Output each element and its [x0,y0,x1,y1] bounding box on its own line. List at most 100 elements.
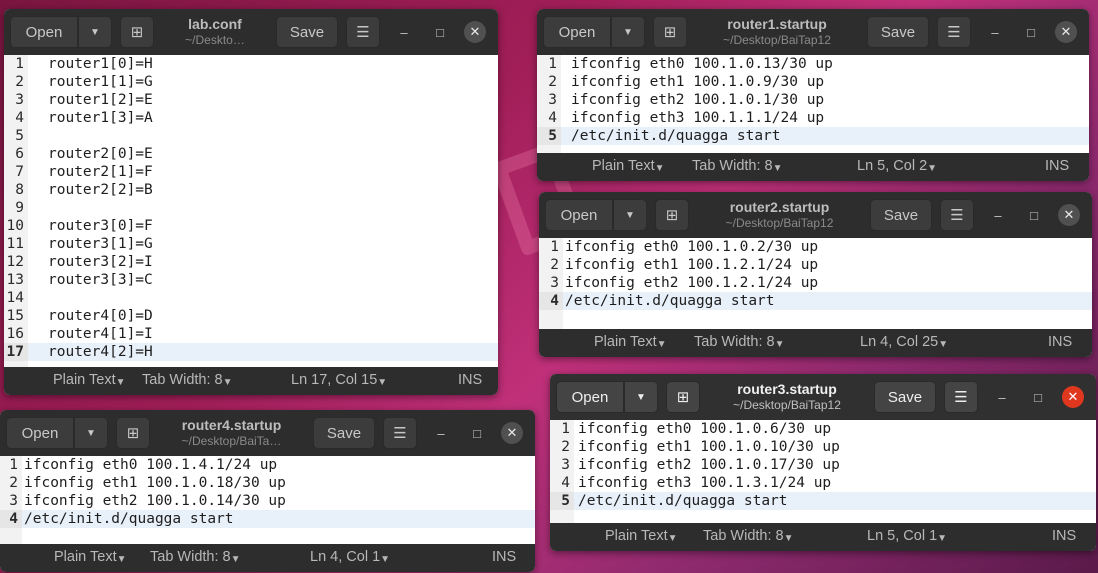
open-menu-button[interactable]: ▼ [624,381,658,413]
maximize-button[interactable]: □ [459,426,495,441]
code-line: 8 router2[2]=B [4,181,498,199]
cursor-position[interactable]: Ln 4, Col 25 ▼ [860,334,948,350]
text-editor[interactable]: 1 ifconfig eth0 100.1.0.13/30 up 2 ifconfig… [537,55,1089,153]
code-line: 4 router1[3]=A [4,109,498,127]
insert-mode: INS [1045,158,1070,174]
text-editor[interactable]: 1 router1[0]=H 2 router1[1]=G 3 router1[2]=E 4… [4,55,498,367]
line-text: router3[3]=C [48,272,153,288]
open-menu-button[interactable]: ▼ [74,417,108,449]
open-menu-button[interactable]: ▼ [78,16,112,48]
chevron-down-icon: ▼ [938,339,949,350]
line-text: ifconfig eth1 100.1.0.9/30 up [571,74,825,90]
chevron-down-icon: ▼ [625,209,635,221]
code-line: 2 router1[1]=G [4,73,498,91]
chevron-down-icon: ▼ [937,533,948,544]
tab-width-selector[interactable]: Tab Width: 8 ▼ [142,372,233,388]
status-bar: Plain Text ▼ Tab Width: 8 ▼ Ln 4, Col 1 ▼ I… [0,544,535,572]
line-number: 6 [4,145,28,163]
line-text: router1[2]=E [48,92,153,108]
new-document-button[interactable]: ⊞ [120,16,154,48]
tab-width-selector[interactable]: Tab Width: 8 ▼ [703,528,794,544]
open-menu-button[interactable]: ▼ [611,16,645,48]
status-bar: Plain Text ▼ Tab Width: 8 ▼ Ln 4, Col 25 ▼… [539,329,1092,357]
minimize-button[interactable]: – [980,208,1016,223]
open-button-group: Open ▼ [6,417,108,449]
line-text: ifconfig eth0 100.1.0.2/30 up [565,239,819,255]
line-number: 4 [550,474,574,492]
language-selector[interactable]: Plain Text ▼ [54,549,127,565]
close-button[interactable]: ✕ [501,422,523,444]
language-selector[interactable]: Plain Text ▼ [53,372,126,388]
cursor-position[interactable]: Ln 5, Col 1 ▼ [867,528,947,544]
tab-width-selector[interactable]: Tab Width: 8 ▼ [694,334,785,350]
cursor-position[interactable]: Ln 4, Col 1 ▼ [310,549,390,565]
minimize-button[interactable]: – [423,426,459,441]
text-editor[interactable]: 1 ifconfig eth0 100.1.0.2/30 up 2 ifconfig … [539,238,1092,329]
save-button[interactable]: Save [867,16,929,48]
open-button[interactable]: Open [545,199,613,231]
line-text: ifconfig eth1 100.1.0.10/30 up [578,439,840,455]
insert-mode: INS [458,372,483,388]
menu-button[interactable]: ☰ [383,417,417,449]
save-button[interactable]: Save [313,417,375,449]
line-number: 4 [537,109,561,127]
tab-width-selector[interactable]: Tab Width: 8 ▼ [150,549,241,565]
menu-button[interactable]: ☰ [937,16,971,48]
language-selector[interactable]: Plain Text ▼ [605,528,678,544]
code-line: 2 ifconfig eth1 100.1.0.9/30 up [537,73,1089,91]
menu-button[interactable]: ☰ [944,381,978,413]
chevron-down-icon: ▼ [636,391,646,403]
close-button[interactable]: ✕ [1058,204,1080,226]
open-button[interactable]: Open [556,381,624,413]
tab-width-selector[interactable]: Tab Width: 8 ▼ [692,158,783,174]
language-selector[interactable]: Plain Text ▼ [592,158,665,174]
chevron-down-icon: ▼ [783,533,794,544]
cursor-position[interactable]: Ln 17, Col 15 ▼ [291,372,387,388]
line-number: 10 [4,217,28,235]
insert-mode: INS [1052,528,1077,544]
line-text: router4[2]=H [48,344,153,360]
save-button[interactable]: Save [870,199,932,231]
chevron-down-icon: ▼ [774,339,785,350]
window-subtitle: ~/Deskto… [185,33,245,47]
save-button[interactable]: Save [276,16,338,48]
text-editor[interactable]: 1 ifconfig eth0 100.1.0.6/30 up 2 ifconfig … [550,420,1096,523]
close-button[interactable]: ✕ [1055,21,1077,43]
window-title: router1.startup [727,16,827,32]
open-button[interactable]: Open [6,417,74,449]
maximize-button[interactable]: □ [1013,25,1049,40]
code-line: 13 router3[3]=C [4,271,498,289]
new-document-button[interactable]: ⊞ [655,199,689,231]
menu-button[interactable]: ☰ [346,16,380,48]
open-button[interactable]: Open [10,16,78,48]
open-button[interactable]: Open [543,16,611,48]
open-button-group: Open ▼ [10,16,112,48]
new-document-button[interactable]: ⊞ [653,16,687,48]
status-bar: Plain Text ▼ Tab Width: 8 ▼ Ln 5, Col 2 ▼ I… [537,153,1089,181]
cursor-position[interactable]: Ln 5, Col 2 ▼ [857,158,937,174]
text-editor[interactable]: 1 ifconfig eth0 100.1.4.1/24 up 2 ifconfig … [0,456,535,544]
new-document-button[interactable]: ⊞ [666,381,700,413]
code-line: 7 router2[1]=F [4,163,498,181]
line-text: router1[1]=G [48,74,153,90]
code-line: 4 ifconfig eth3 100.1.3.1/24 up [550,474,1096,492]
chevron-down-icon: ▼ [667,533,678,544]
open-menu-button[interactable]: ▼ [613,199,647,231]
minimize-button[interactable]: – [977,25,1013,40]
chevron-down-icon: ▼ [86,427,96,439]
close-button[interactable]: ✕ [1062,386,1084,408]
window-title: router4.startup [181,417,282,433]
maximize-button[interactable]: □ [1020,390,1056,405]
menu-button[interactable]: ☰ [940,199,974,231]
minimize-button[interactable]: – [984,390,1020,405]
maximize-button[interactable]: □ [422,25,458,40]
header-bar: Open ▼ ⊞ router4.startup ~/Desktop/BaiTa… Sav… [0,410,535,456]
window-title: router2.startup [729,199,830,215]
close-button[interactable]: ✕ [464,21,486,43]
line-number: 8 [4,181,28,199]
minimize-button[interactable]: – [386,25,422,40]
language-selector[interactable]: Plain Text ▼ [594,334,667,350]
save-button[interactable]: Save [874,381,936,413]
new-document-button[interactable]: ⊞ [116,417,150,449]
maximize-button[interactable]: □ [1016,208,1052,223]
